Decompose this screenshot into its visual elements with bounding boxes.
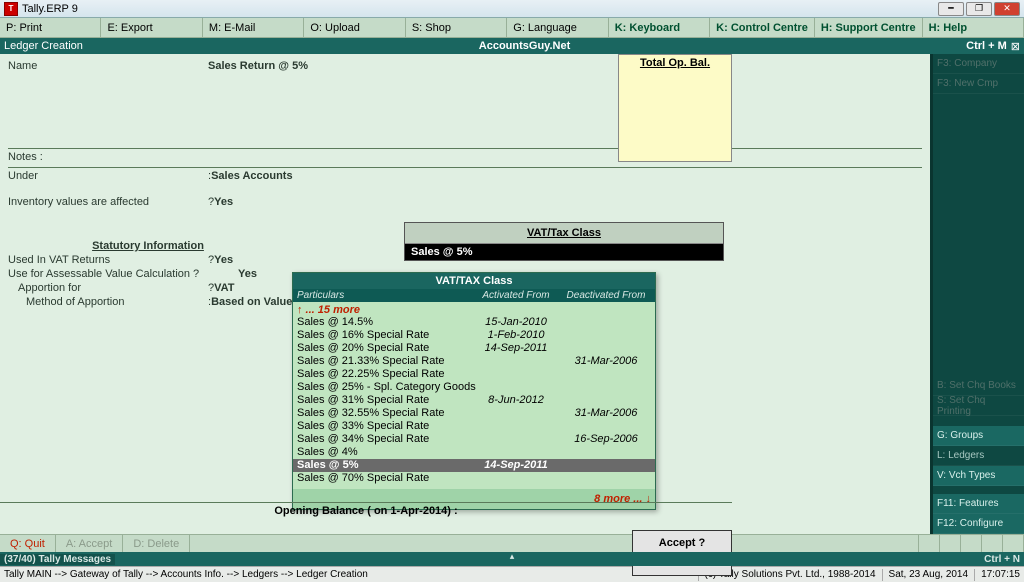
vat-row[interactable]: Sales @ 5%14-Sep-2011	[293, 459, 655, 472]
side-groups[interactable]: G: Groups	[933, 426, 1024, 446]
status-date: Sat, 23 Aug, 2014	[889, 569, 969, 580]
side-configure[interactable]: F12: Configure	[933, 514, 1024, 534]
vat-row[interactable]: Sales @ 4%	[297, 446, 651, 459]
app-icon: T	[4, 2, 18, 16]
menu-keyboard[interactable]: K: Keyboard	[609, 18, 710, 37]
menu-export[interactable]: E: Export	[101, 18, 202, 37]
menu-shop[interactable]: S: Shop	[406, 18, 507, 37]
maximize-button[interactable]: ❐	[966, 2, 992, 16]
messages-count: (37/40) Tally Messages	[0, 554, 115, 565]
minimize-button[interactable]: ━	[938, 2, 964, 16]
col-deactivated: Deactivated From	[561, 290, 651, 301]
name-label: Name	[8, 60, 208, 72]
opening-balance-header: Total Op. Bal.	[619, 55, 731, 71]
method-label: Method of Apportion	[8, 296, 208, 308]
menu-email[interactable]: M: E-Mail	[203, 18, 304, 37]
side-features[interactable]: F11: Features	[933, 494, 1024, 514]
btn-accept[interactable]: A: Accept	[56, 535, 123, 552]
messages-shortcut: Ctrl + N	[980, 554, 1024, 565]
apportion-value[interactable]: VAT	[214, 282, 234, 294]
shortcut-hint: Ctrl + M	[966, 40, 1007, 52]
statutory-title: Statutory Information	[92, 240, 204, 252]
assessable-value[interactable]: Yes	[238, 268, 257, 280]
menu-help[interactable]: H: Help	[923, 18, 1024, 37]
screen-title: Ledger Creation	[4, 40, 83, 52]
vat-row[interactable]: Sales @ 34% Special Rate16-Sep-2006	[297, 433, 651, 446]
method-value[interactable]: Based on Value	[211, 296, 292, 308]
vat-popup-title: VAT/TAX Class	[293, 273, 655, 289]
side-new-cmp[interactable]: F3: New Cmp	[933, 74, 1024, 94]
side-vch-types[interactable]: V: Vch Types	[933, 466, 1024, 486]
status-bar: Tally MAIN --> Gateway of Tally --> Acco…	[0, 566, 1024, 582]
vat-row[interactable]: Sales @ 16% Special Rate1-Feb-2010	[297, 329, 651, 342]
menu-upload[interactable]: O: Upload	[304, 18, 405, 37]
vat-returns-label: Used In VAT Returns	[8, 254, 208, 266]
opening-balance-box: Total Op. Bal.	[618, 54, 732, 162]
vat-class-selected[interactable]: Sales @ 5%	[405, 244, 723, 260]
vat-row[interactable]: Sales @ 70% Special Rate	[297, 472, 651, 485]
assessable-label: Use for Assessable Value Calculation ?	[8, 268, 238, 280]
inventory-value[interactable]: Yes	[214, 196, 233, 208]
messages-bar[interactable]: (37/40) Tally Messages ▴ Ctrl + N	[0, 552, 1024, 566]
top-menu: P: Print E: Export M: E-Mail O: Upload S…	[0, 18, 1024, 38]
vat-class-popup: VAT/TAX Class Particulars Activated From…	[292, 272, 656, 510]
window-titlebar: T Tally.ERP 9 ━ ❐ ✕	[0, 0, 1024, 18]
work-area: NameSales Return @ 5% Notes : Under: Sal…	[0, 54, 930, 534]
window-title: Tally.ERP 9	[22, 3, 78, 15]
vat-row[interactable]: Sales @ 14.5%15-Jan-2010	[297, 316, 651, 329]
bottom-bar: Q: Quit A: Accept D: Delete	[0, 534, 1024, 552]
vat-row[interactable]: Sales @ 31% Special Rate8-Jun-2012	[297, 394, 651, 407]
col-activated: Activated From	[471, 290, 561, 301]
side-panel: F3: Company F3: New Cmp B: Set Chq Books…	[930, 54, 1024, 534]
vat-class-panel: VAT/Tax Class Sales @ 5%	[404, 222, 724, 261]
vat-row[interactable]: Sales @ 22.25% Special Rate	[297, 368, 651, 381]
under-value[interactable]: Sales Accounts	[211, 170, 293, 182]
menu-support-centre[interactable]: H: Support Centre	[815, 18, 923, 37]
btn-delete[interactable]: D: Delete	[123, 535, 190, 552]
vat-row[interactable]: Sales @ 20% Special Rate14-Sep-2011	[297, 342, 651, 355]
status-time: 17:07:15	[981, 569, 1020, 580]
accept-question: Accept ?	[633, 537, 731, 549]
vat-class-title: VAT/Tax Class	[405, 223, 723, 244]
vat-row[interactable]: Sales @ 33% Special Rate	[297, 420, 651, 433]
menu-control-centre[interactable]: K: Control Centre	[710, 18, 815, 37]
side-ledgers[interactable]: L: Ledgers	[933, 446, 1024, 466]
close-button[interactable]: ✕	[994, 2, 1020, 16]
header-bar: Ledger Creation AccountsGuy.Net Ctrl + M…	[0, 38, 1024, 54]
menu-language[interactable]: G: Language	[507, 18, 608, 37]
breadcrumb: Tally MAIN --> Gateway of Tally --> Acco…	[4, 569, 368, 580]
btn-quit[interactable]: Q: Quit	[0, 535, 56, 552]
side-chq-books[interactable]: B: Set Chq Books	[933, 376, 1024, 396]
notes-label: Notes :	[8, 151, 922, 163]
more-top[interactable]: ↑ ... 15 more	[297, 304, 651, 316]
vat-returns-value[interactable]: Yes	[214, 254, 233, 266]
side-company[interactable]: F3: Company	[933, 54, 1024, 74]
close-panel-icon[interactable]: ⊠	[1011, 40, 1020, 53]
side-chq-printing[interactable]: S: Set Chq Printing	[933, 396, 1024, 416]
company-name: AccountsGuy.Net	[479, 40, 570, 52]
expand-icon[interactable]: ▴	[510, 551, 515, 562]
col-particulars: Particulars	[297, 290, 471, 301]
inventory-label: Inventory values are affected	[8, 196, 208, 208]
vat-row[interactable]: Sales @ 25% - Spl. Category Goods	[297, 381, 651, 394]
menu-print[interactable]: P: Print	[0, 18, 101, 37]
vat-row[interactable]: Sales @ 21.33% Special Rate31-Mar-2006	[297, 355, 651, 368]
vat-row[interactable]: Sales @ 32.55% Special Rate31-Mar-2006	[297, 407, 651, 420]
apportion-label: Apportion for	[8, 282, 208, 294]
opening-balance-row: Opening Balance ( on 1-Apr-2014) :	[0, 502, 732, 520]
name-value[interactable]: Sales Return @ 5%	[208, 60, 308, 72]
under-label: Under	[8, 170, 208, 182]
